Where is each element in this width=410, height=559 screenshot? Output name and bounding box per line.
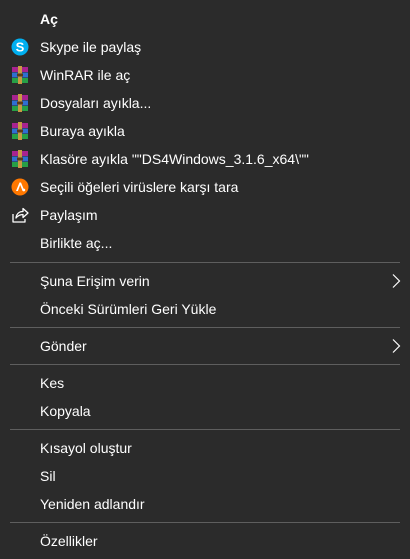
menu-separator bbox=[10, 522, 400, 523]
winrar-icon bbox=[10, 149, 30, 169]
menu-item-send-to[interactable]: Gönder bbox=[0, 332, 410, 360]
menu-item-label: Buraya ayıkla bbox=[40, 123, 125, 139]
menu-item-label: Gönder bbox=[40, 338, 87, 354]
menu-separator bbox=[10, 364, 400, 365]
menu-item-label: Şuna Erişim verin bbox=[40, 273, 150, 289]
menu-item-label: WinRAR ile aç bbox=[40, 67, 131, 83]
menu-item-label: Özellikler bbox=[40, 533, 98, 549]
menu-separator bbox=[10, 327, 400, 328]
menu-item-label: Klasöre ayıkla ""DS4Windows_3.1.6_x64\"" bbox=[40, 151, 309, 167]
menu-item-label: Dosyaları ayıkla... bbox=[40, 95, 152, 111]
menu-item-label: Önceki Sürümleri Geri Yükle bbox=[40, 301, 217, 317]
winrar-icon bbox=[10, 93, 30, 113]
menu-item-scan-for-viruses[interactable]: Seçili öğeleri virüslere karşı tara bbox=[0, 173, 410, 201]
menu-item-label: Kısayol oluştur bbox=[40, 440, 132, 456]
menu-item-extract-here[interactable]: Buraya ayıkla bbox=[0, 117, 410, 145]
menu-item-label: Kopyala bbox=[40, 403, 91, 419]
menu-item-create-shortcut[interactable]: Kısayol oluştur bbox=[0, 434, 410, 462]
menu-separator bbox=[10, 262, 400, 263]
menu-item-copy[interactable]: Kopyala bbox=[0, 397, 410, 425]
context-menu: Aç S Skype ile paylaş WinRAR ile aç Dosy… bbox=[0, 0, 410, 559]
menu-item-open-with-winrar[interactable]: WinRAR ile aç bbox=[0, 61, 410, 89]
menu-item-rename[interactable]: Yeniden adlandır bbox=[0, 490, 410, 518]
menu-item-delete[interactable]: Sil bbox=[0, 462, 410, 490]
svg-text:S: S bbox=[16, 40, 25, 55]
menu-separator bbox=[10, 429, 400, 430]
menu-item-label: Paylaşım bbox=[40, 207, 98, 223]
skype-icon: S bbox=[10, 37, 30, 57]
menu-item-share-with-skype[interactable]: S Skype ile paylaş bbox=[0, 33, 410, 61]
menu-item-restore-previous-versions[interactable]: Önceki Sürümleri Geri Yükle bbox=[0, 295, 410, 323]
menu-item-label: Skype ile paylaş bbox=[40, 39, 142, 55]
menu-item-open-with[interactable]: Birlikte aç... bbox=[0, 229, 410, 257]
share-icon bbox=[10, 205, 30, 225]
menu-item-label: Kes bbox=[40, 375, 65, 391]
menu-item-label: Aç bbox=[40, 11, 58, 27]
menu-item-properties[interactable]: Özellikler bbox=[0, 527, 410, 555]
chevron-right-icon bbox=[390, 273, 402, 289]
menu-item-extract-files[interactable]: Dosyaları ayıkla... bbox=[0, 89, 410, 117]
winrar-icon bbox=[10, 121, 30, 141]
menu-item-label: Sil bbox=[40, 468, 56, 484]
menu-item-extract-to-folder[interactable]: Klasöre ayıkla ""DS4Windows_3.1.6_x64\"" bbox=[0, 145, 410, 173]
menu-item-label: Yeniden adlandır bbox=[40, 496, 145, 512]
antivirus-icon bbox=[10, 177, 30, 197]
chevron-right-icon bbox=[390, 338, 402, 354]
menu-item-share[interactable]: Paylaşım bbox=[0, 201, 410, 229]
menu-item-cut[interactable]: Kes bbox=[0, 369, 410, 397]
menu-item-label: Birlikte aç... bbox=[40, 235, 113, 251]
menu-item-give-access-to[interactable]: Şuna Erişim verin bbox=[0, 267, 410, 295]
winrar-icon bbox=[10, 65, 30, 85]
menu-item-label: Seçili öğeleri virüslere karşı tara bbox=[40, 179, 239, 195]
menu-item-open[interactable]: Aç bbox=[0, 5, 410, 33]
